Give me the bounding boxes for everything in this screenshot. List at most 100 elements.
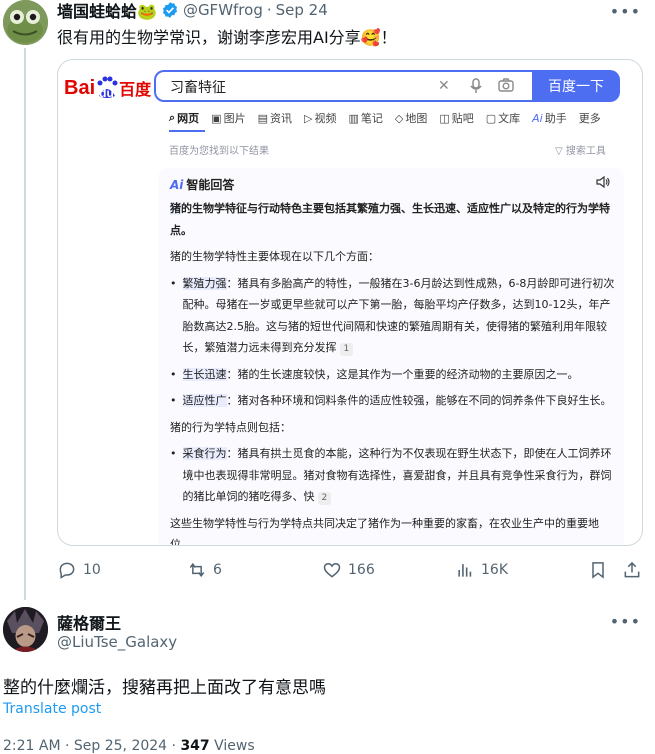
bullet-text: ：猪的生长速度较快，这是其作为一个重要的经济动物的主要原因之一。 (226, 367, 579, 381)
views-button[interactable]: 16K (455, 560, 508, 580)
attached-image[interactable]: Bai du 百度 习畜特征 ✕ 百度一下 ⌕ 网页 ▣ 图片 ▤ 资讯 ▷ 视… (57, 59, 643, 546)
section-heading-biology: 猪的生物学特性主要体现在以下几个方面： (170, 250, 379, 263)
speaker-icon[interactable] (596, 175, 610, 191)
tab-more[interactable]: 更多 (579, 110, 601, 126)
bullet-icon: • (170, 367, 177, 381)
baidu-paw-icon: du (96, 76, 118, 100)
bullet-icon: • (170, 394, 177, 407)
tab-wenku[interactable]: ▢ 文库 (486, 110, 520, 126)
reply-view-count: 347 (180, 738, 210, 754)
search-icon: ⌕ (169, 111, 176, 124)
analytics-icon (455, 560, 475, 580)
tieba-icon: ◫ (439, 111, 450, 125)
search-tools-button[interactable]: ▽ 搜索工具 (555, 142, 606, 157)
tweet-date[interactable]: Sep 24 (276, 1, 328, 19)
tab-map[interactable]: ◇ 地图 (395, 110, 427, 126)
logo-cn-text: 百度 (119, 82, 152, 99)
camera-icon[interactable] (498, 78, 514, 96)
like-button[interactable]: 166 (322, 560, 375, 580)
tweet-text: 很有用的生物学常识，谢谢李彦宏用AI分享🥰！ (57, 28, 397, 47)
bullet-label: 生长迅速 (182, 367, 227, 381)
tab-web[interactable]: ⌕ 网页 (169, 110, 199, 126)
ai-answer-title: 智能回答 (186, 178, 235, 192)
news-icon: ▤ (257, 111, 268, 125)
tweet-header: 墙国蛙蛤蛤🐸 @GFWfrog · Sep 24 (57, 0, 328, 22)
reply-count: 10 (83, 562, 101, 578)
reply-button[interactable]: 10 (57, 560, 101, 580)
section-heading-behavior: 猪的行为学特点则包括： (170, 420, 291, 434)
list-item: • 繁殖力强：猪具有多胎高产的特性，一般猪在3-6月龄达到性成熟，6-8月龄即可… (170, 273, 616, 359)
image-icon: ▣ (211, 111, 222, 125)
intro-text: 的生物学特征与行动特色主要包括其繁殖力强、生长迅速、适应性广以及特定的行为学特点… (170, 202, 610, 237)
logo-du-text: du (99, 86, 114, 100)
tab-images[interactable]: ▣ 图片 (211, 110, 245, 126)
bullet-text: ：猪具有拱土觅食的本能，这种行为不仅表现在野生状态下，即使在人工饲养环境中也表现… (182, 447, 612, 503)
ai-answer-body: 猪的生物学特征与行动特色主要包括其繁殖力强、生长迅速、适应性广以及特定的行为学特… (170, 198, 616, 546)
search-query[interactable]: 习畜特征 (170, 77, 226, 97)
avatar[interactable] (3, 607, 48, 652)
reply-icon (57, 560, 77, 580)
ai-logo-icon: Ai (170, 177, 184, 192)
filter-icon: ▽ (555, 146, 563, 157)
reply-text: 整的什麼爛活，搜豬再把上面改了有意思嗎 (3, 678, 326, 698)
search-input[interactable]: 习畜特征 ✕ (154, 70, 532, 102)
bullet-text: ：猪对各种环境和饲料条件的适应性较强，能够在不同的饲养条件下良好生长。 (226, 394, 612, 407)
ai-answer-conclusion: 这些生物学特性与行为学特点共同决定了猪作为一种重要的家畜，在农业生产中的重要地位… (170, 516, 599, 546)
wenku-icon: ▢ (485, 111, 497, 125)
citation-ref[interactable]: 2 (317, 492, 332, 505)
reply-display-name[interactable]: 薩格爾王 (57, 610, 121, 634)
bullet-label: 采食行为 (182, 447, 227, 460)
tab-tieba[interactable]: ◫ 贴吧 (439, 110, 473, 126)
more-options-icon[interactable]: ••• (610, 2, 641, 21)
translate-post-link[interactable]: Translate post (3, 701, 101, 717)
microphone-icon[interactable] (470, 78, 482, 98)
avatar[interactable] (3, 0, 48, 45)
search-tabs: ⌕ 网页 ▣ 图片 ▤ 资讯 ▷ 视频 ▥ 笔记 ◇ 地图 ◫ 贴吧 ▢ 文库 Ai 助手 更多 (169, 110, 601, 126)
repost-button[interactable]: 6 (187, 560, 222, 580)
share-icon (622, 560, 642, 580)
ai-answer-panel: Ai 智能回答 猪的生物学特征与行动特色主要包括其繁殖力强、生长迅速、适应性广以… (158, 168, 624, 546)
baidu-logo: Bai du 百度 (64, 72, 151, 104)
bullet-icon: • (170, 276, 177, 290)
bookmark-button[interactable] (588, 560, 608, 580)
citation-ref[interactable]: 1 (339, 343, 354, 356)
like-count: 166 (348, 562, 375, 578)
more-options-icon[interactable]: ••• (610, 612, 641, 631)
original-tweet: 墙国蛙蛤蛤🐸 @GFWfrog · Sep 24 ••• 很有用的生物学常识，谢… (0, 0, 655, 600)
reply-metadata: 2:21 AM · Sep 25, 2024 · 347 Views (3, 738, 255, 754)
list-item: • 适应性广：猪对各种环境和饲料条件的适应性较强，能够在不同的饲养条件下良好生长… (170, 390, 616, 412)
ai-assistant-icon: Ai (532, 111, 543, 125)
bullet-label: 繁殖力强 (182, 276, 227, 290)
list-item: • 采食行为：猪具有拱土觅食的本能，这种行为不仅表现在野生状态下，即使在人工饲养… (170, 443, 616, 508)
search-button[interactable]: 百度一下 (532, 70, 620, 102)
result-hint: 百度为您找到以下结果 (169, 146, 269, 157)
intro-keyword[interactable]: 猪 (170, 202, 181, 215)
active-tab-underline (169, 130, 205, 132)
user-handle[interactable]: @GFWfrog (183, 1, 263, 19)
display-name[interactable]: 墙国蛙蛤蛤🐸 (57, 0, 157, 22)
map-icon: ◇ (394, 111, 404, 125)
reply-handle[interactable]: @LiuTse_Galaxy (57, 633, 177, 651)
tab-news[interactable]: ▤ 资讯 (258, 110, 292, 126)
view-count: 16K (481, 562, 508, 578)
tweet-actions: 10 6 166 16K (57, 560, 647, 584)
tab-assistant[interactable]: Ai 助手 (532, 110, 567, 126)
separator-dot: · (266, 1, 272, 19)
ai-answer-header: Ai 智能回答 (170, 176, 234, 193)
notes-icon: ▥ (348, 111, 359, 125)
logo-bai-text: Bai (64, 76, 96, 99)
list-item: • 生长迅速：猪的生长速度较快，这是其作为一个重要的经济动物的主要原因之一。 (170, 364, 616, 386)
tab-notes[interactable]: ▥ 笔记 (348, 110, 382, 126)
bookmark-icon (588, 560, 608, 580)
views-label: Views (209, 738, 255, 754)
bullet-icon: • (170, 447, 177, 460)
video-icon: ▷ (303, 111, 313, 125)
bullet-label: 适应性广 (182, 394, 227, 407)
tab-video[interactable]: ▷ 视频 (304, 110, 336, 126)
bullet-text: ：猪具有多胎高产的特性，一般猪在3-6月龄达到性成熟，6-8月龄即可进行初次配种… (182, 276, 615, 355)
share-button[interactable] (622, 560, 642, 580)
reply-timestamp[interactable]: 2:21 AM · Sep 25, 2024 · (3, 738, 180, 754)
clear-icon[interactable]: ✕ (438, 78, 450, 94)
heart-icon (322, 560, 342, 580)
verified-badge-icon (161, 1, 179, 19)
